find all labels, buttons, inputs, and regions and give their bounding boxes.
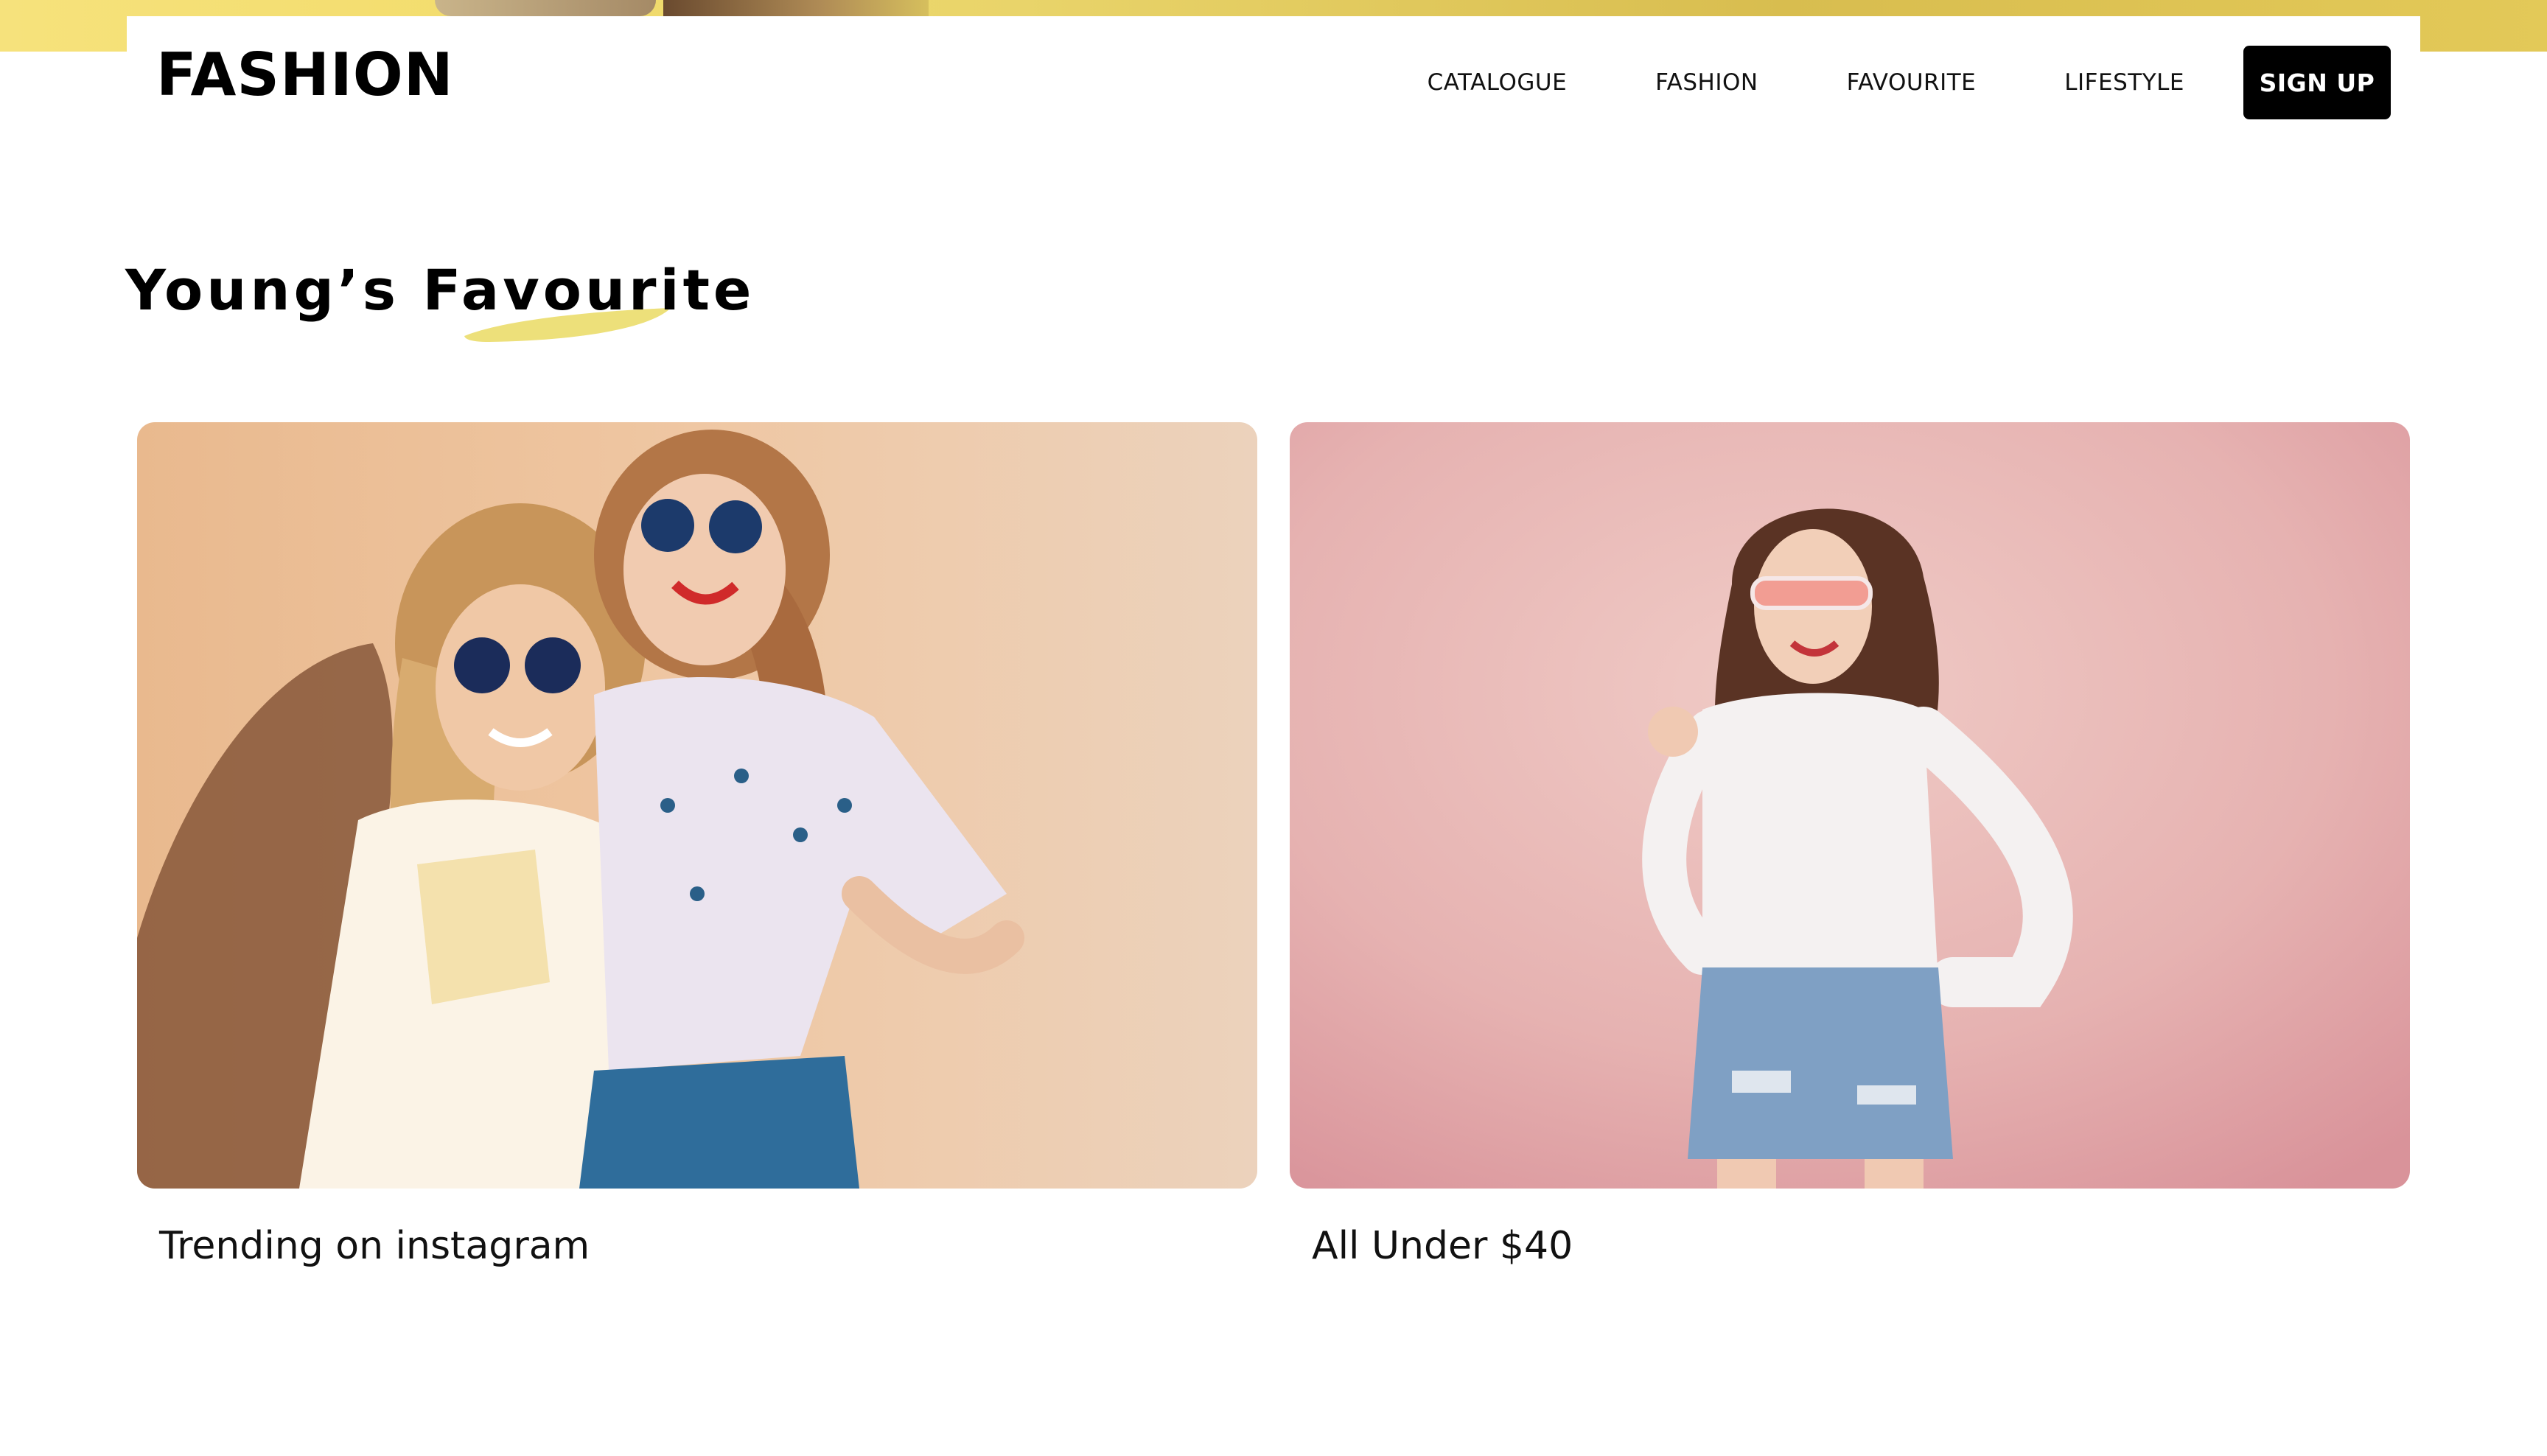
nav-link-lifestyle[interactable]: LIFESTYLE [2064,69,2184,96]
card-image-two-women[interactable] [137,422,1257,1189]
two-women-photo [137,422,1257,1189]
logo[interactable]: FASHION [156,46,454,105]
nav-link-fashion[interactable]: FASHION [1655,69,1758,96]
section-title: Young’s Favourite [125,257,755,323]
card-caption[interactable]: All Under $40 [1312,1227,2410,1265]
woman-pink-photo [1290,422,2410,1189]
sign-up-button[interactable]: SIGN UP [2243,46,2391,119]
product-card: Trending on instagram [137,422,1257,1265]
hero-photo-fragment [435,0,656,16]
nav-link-favourite[interactable]: FAVOURITE [1847,69,1977,96]
hero-photo-fragment [663,0,929,16]
product-card: All Under $40 [1290,422,2410,1265]
nav-link-catalogue[interactable]: CATALOGUE [1428,69,1568,96]
nav-links: CATALOGUE FASHION FAVOURITE LIFESTYLE SI… [1428,46,2391,119]
page: FASHION CATALOGUE FASHION FAVOURITE LIFE… [0,0,2547,1456]
card-caption[interactable]: Trending on instagram [159,1227,1257,1265]
navbar: FASHION CATALOGUE FASHION FAVOURITE LIFE… [127,16,2420,149]
card-image-woman-pink[interactable] [1290,422,2410,1189]
